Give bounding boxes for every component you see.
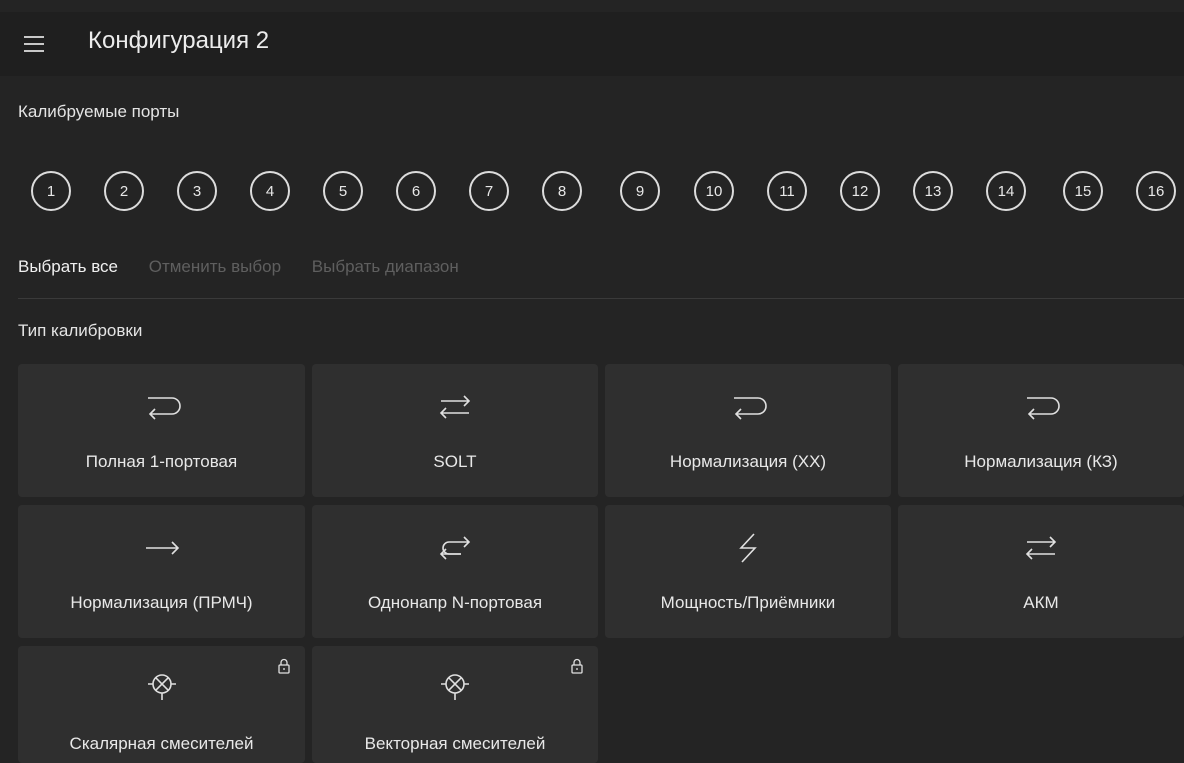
calibration-tile-scalar-mixer[interactable]: Скалярная смесителей <box>18 646 305 763</box>
select-all-button[interactable]: Выбрать все <box>18 257 118 277</box>
hamburger-menu-icon[interactable] <box>22 32 46 56</box>
return-arrow-icon <box>734 397 767 420</box>
return-arrow-icon <box>1027 397 1060 420</box>
port-button[interactable]: 8 <box>542 171 582 211</box>
calibration-tile-label: Нормализация (XX) <box>669 452 827 471</box>
port-button[interactable]: 4 <box>250 171 290 211</box>
calibration-tile-normalization-short[interactable]: Нормализация (КЗ) <box>898 364 1184 497</box>
port-button[interactable]: 12 <box>840 171 880 211</box>
calibration-tile-label: Мощность/Приёмники <box>660 593 836 612</box>
ports-section-label: Калибруемые порты <box>18 102 180 121</box>
port-button[interactable]: 1 <box>31 171 71 211</box>
port-button[interactable]: 5 <box>323 171 363 211</box>
mixer-icon <box>441 674 469 700</box>
port-button[interactable]: 2 <box>104 171 144 211</box>
select-range-button[interactable]: Выбрать диапазон <box>312 257 459 277</box>
calibration-tile-label: Нормализация (ПРМЧ) <box>70 593 253 612</box>
calibration-tile-label: SOLT <box>433 452 477 471</box>
section-divider <box>18 298 1184 299</box>
calibration-tile-label: Полная 1-портовая <box>85 452 238 471</box>
port-button[interactable]: 13 <box>913 171 953 211</box>
port-button[interactable]: 3 <box>177 171 217 211</box>
calibration-tile-label: Нормализация (КЗ) <box>964 452 1118 471</box>
mixer-icon <box>147 674 176 700</box>
bidirectional-arrows-icon <box>1025 536 1057 560</box>
port-button[interactable]: 14 <box>986 171 1026 211</box>
calibration-tile-one-way-n-port[interactable]: Однонапр N-портовая <box>312 505 598 638</box>
port-button[interactable]: 6 <box>396 171 436 211</box>
page-title: Конфигурация 2 <box>88 27 270 54</box>
port-actions: Выбрать все Отменить выбор Выбрать диапа… <box>18 257 485 277</box>
lightning-icon <box>739 533 757 563</box>
title-bar: Конфигурация 2 <box>0 12 1184 76</box>
calibration-tile-solt[interactable]: SOLT <box>312 364 598 497</box>
calibration-tile-label: АКМ <box>1023 593 1059 612</box>
deselect-button[interactable]: Отменить выбор <box>149 257 281 277</box>
calibration-tile-normalization-open[interactable]: Нормализация (XX) <box>605 364 891 497</box>
calibration-tile-akm[interactable]: АКМ <box>898 505 1184 638</box>
port-button[interactable]: 10 <box>694 171 734 211</box>
calibration-tile-vector-mixer[interactable]: Векторная смесителей <box>312 646 598 763</box>
calibration-tile-full-1-port[interactable]: Полная 1-портовая <box>18 364 305 497</box>
calibration-tile-power-receivers[interactable]: Мощность/Приёмники <box>605 505 891 638</box>
right-arrow-icon <box>145 541 179 555</box>
port-button[interactable]: 7 <box>469 171 509 211</box>
calibration-section-label: Тип калибровки <box>18 321 143 340</box>
bidirectional-arrows-icon <box>439 395 471 419</box>
port-button[interactable]: 15 <box>1063 171 1103 211</box>
port-button[interactable]: 11 <box>767 171 807 211</box>
one-way-arrows-icon <box>439 536 471 560</box>
calibration-tile-normalization-thru[interactable]: Нормализация (ПРМЧ) <box>18 505 305 638</box>
calibration-tile-label: Скалярная смесителей <box>69 734 254 753</box>
return-arrow-icon <box>147 397 181 420</box>
calibration-tile-label: Однонапр N-портовая <box>367 593 543 612</box>
port-button[interactable]: 16 <box>1136 171 1176 211</box>
port-button[interactable]: 9 <box>620 171 660 211</box>
calibration-tile-label: Векторная смесителей <box>364 734 546 753</box>
